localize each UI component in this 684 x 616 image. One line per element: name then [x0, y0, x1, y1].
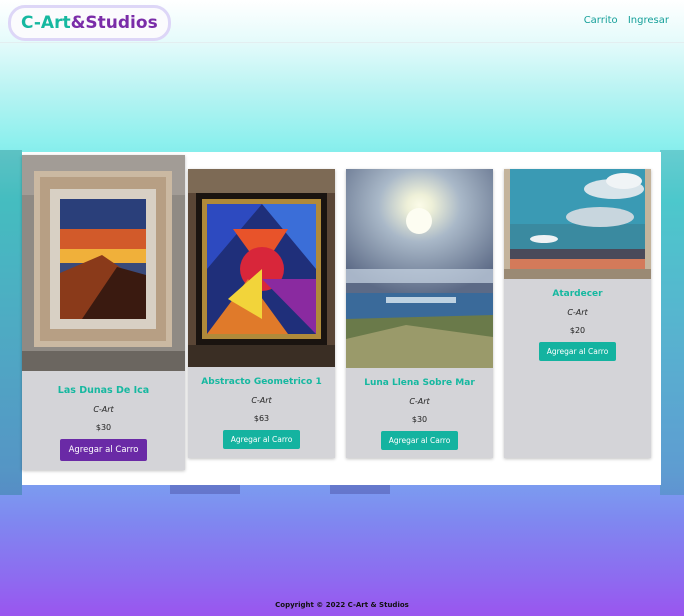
nav-links: Carrito Ingresar	[577, 15, 669, 26]
product-price: $30	[411, 415, 428, 424]
product-author: C-Art	[93, 405, 114, 414]
product-card[interactable]: Luna Llena Sobre Mar C-Art $30 Agregar a…	[346, 169, 493, 458]
product-image	[22, 155, 185, 371]
product-author: C-Art	[409, 397, 430, 406]
add-to-cart-button[interactable]: Agregar al Carro	[222, 430, 301, 449]
product-title[interactable]: Abstracto Geometrico 1	[201, 377, 321, 387]
brand-name-part1: C-Art	[21, 13, 71, 33]
add-to-cart-button[interactable]: Agregar al Carro	[380, 431, 459, 450]
product-card[interactable]: Las Dunas De Ica C-Art $30 Agregar al Ca…	[22, 155, 185, 470]
add-to-cart-button[interactable]: Agregar al Carro	[59, 439, 148, 461]
product-card[interactable]: Abstracto Geometrico 1 C-Art $63 Agregar…	[188, 169, 335, 458]
brand-name-part2: &Studios	[70, 13, 158, 33]
product-price: $20	[569, 326, 586, 335]
product-author: C-Art	[251, 396, 272, 405]
product-title[interactable]: Las Dunas De Ica	[58, 385, 149, 396]
nav-login-link[interactable]: Ingresar	[628, 15, 669, 26]
product-author: C-Art	[567, 308, 588, 317]
product-image	[346, 169, 493, 368]
product-title[interactable]: Luna Llena Sobre Mar	[364, 378, 475, 388]
footer-copyright: Copyright © 2022 C-Art & Studios	[275, 601, 409, 609]
brand-logo[interactable]: C-Art &Studios	[8, 5, 171, 41]
product-card[interactable]: Atardecer C-Art $20 Agregar al Carro	[504, 169, 651, 458]
add-to-cart-button[interactable]: Agregar al Carro	[538, 342, 617, 361]
product-title[interactable]: Atardecer	[552, 289, 602, 299]
product-price: $63	[253, 414, 270, 423]
top-navbar: C-Art &Studios Carrito Ingresar	[0, 0, 684, 43]
product-image	[188, 169, 335, 367]
product-image	[504, 169, 651, 279]
nav-cart-link[interactable]: Carrito	[584, 15, 618, 26]
product-price: $30	[95, 423, 112, 432]
